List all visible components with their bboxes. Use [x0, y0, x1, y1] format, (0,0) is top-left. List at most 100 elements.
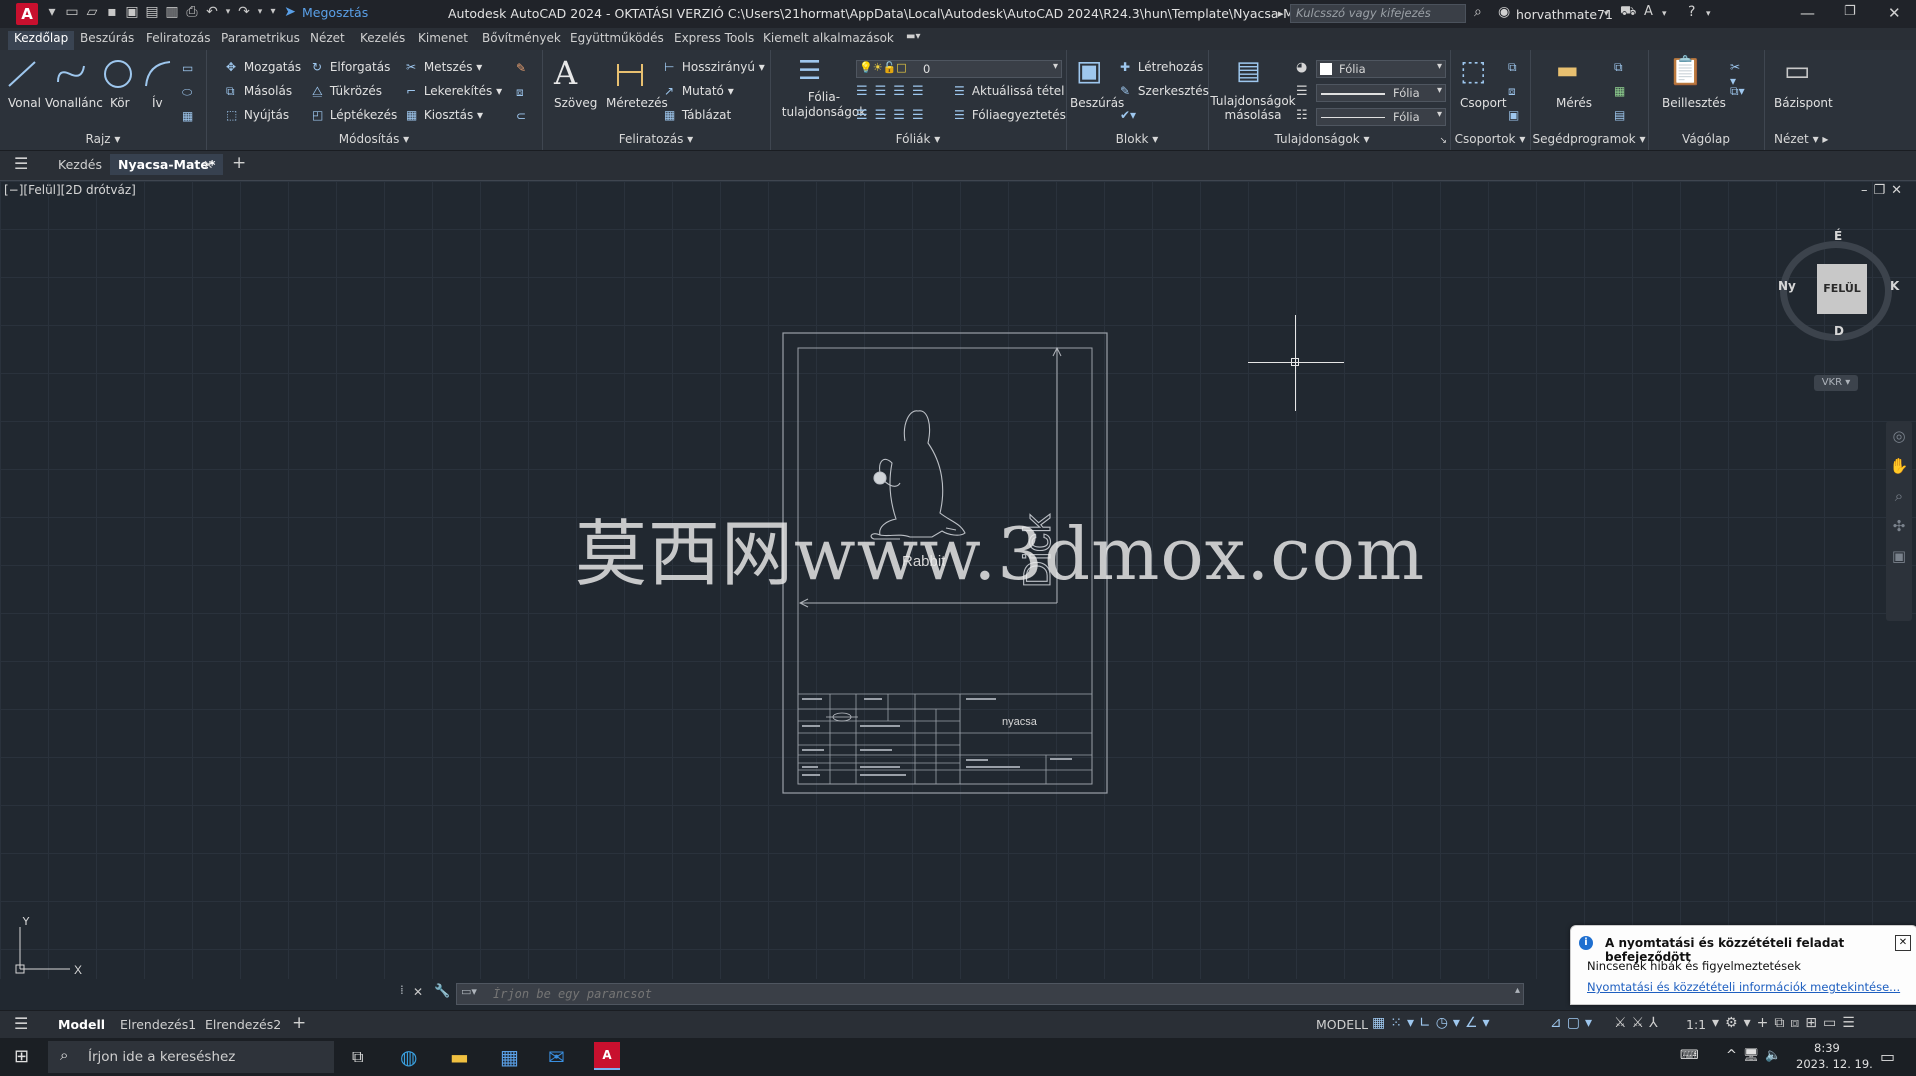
- viewcube-south[interactable]: D: [1834, 324, 1844, 338]
- color-dropdown[interactable]: Fólia ▾: [1316, 60, 1446, 78]
- polyline-icon[interactable]: [54, 58, 86, 90]
- tablazat-button[interactable]: ▦ Táblázat: [664, 108, 731, 122]
- vonal-button[interactable]: Vonal: [8, 96, 41, 110]
- viewcube-east[interactable]: K: [1890, 279, 1899, 293]
- tab-bovitmenyek[interactable]: Bővítmények: [482, 31, 561, 45]
- cart-icon[interactable]: ⛟: [1620, 4, 1636, 21]
- group-edit-icon[interactable]: ⧈: [1508, 84, 1522, 99]
- quick-select-icon[interactable]: ⧉: [1614, 60, 1628, 75]
- measure-icon[interactable]: ▬: [1556, 56, 1579, 84]
- panel-launcher-icon[interactable]: ↘: [1439, 136, 1447, 146]
- annotation-icons[interactable]: ⚔⚔⅄: [1614, 1015, 1663, 1031]
- kiosztas-button[interactable]: ▦ Kiosztás ▾: [406, 108, 483, 122]
- viewcube-west[interactable]: Ny: [1778, 279, 1796, 293]
- szoveg-button[interactable]: Szöveg: [554, 96, 597, 110]
- panel-title-rajz[interactable]: Rajz ▾: [0, 132, 206, 146]
- share-icon[interactable]: ➤: [282, 4, 298, 20]
- help-icon[interactable]: ?: [1688, 4, 1695, 20]
- undo-icon[interactable]: ↶: [204, 4, 220, 20]
- group-icon[interactable]: ⬚: [1460, 54, 1486, 87]
- keyboard-icon[interactable]: ⌨: [1680, 1048, 1699, 1063]
- model-space-toggle[interactable]: MODELL: [1316, 1017, 1368, 1032]
- customize-qat-icon[interactable]: ▾: [268, 4, 278, 20]
- tab-elrendezes2[interactable]: Elrendezés2: [205, 1017, 281, 1032]
- lineweight-dropdown[interactable]: Fólia ▾: [1316, 84, 1446, 102]
- command-history-icon[interactable]: ▴: [1515, 985, 1520, 996]
- pan-icon[interactable]: ✋: [1886, 451, 1912, 481]
- copy-clip-icon[interactable]: ⧉▾: [1730, 84, 1745, 99]
- print-icon[interactable]: ⎙: [184, 4, 200, 20]
- help-search-input[interactable]: Kulcsszó vagy kifejezés: [1290, 4, 1466, 23]
- tab-kezeles[interactable]: Kezelés: [360, 31, 405, 45]
- arc-icon[interactable]: [142, 58, 174, 90]
- new-file-icon[interactable]: ▭: [64, 4, 80, 20]
- user-name[interactable]: horvathmate71: [1516, 7, 1613, 22]
- ungroup-icon[interactable]: ⧉: [1508, 60, 1522, 75]
- nyujtas-button[interactable]: ⬚ Nyújtás: [226, 108, 289, 122]
- clock-time[interactable]: 8:39: [1814, 1041, 1840, 1055]
- hamburger-menu-icon[interactable]: ☰: [14, 154, 28, 173]
- panel-title-nezet[interactable]: Nézet ▾ ▸: [1774, 132, 1914, 146]
- csoport-button[interactable]: Csoport: [1460, 96, 1507, 110]
- layer-properties-icon[interactable]: ☰: [798, 56, 821, 86]
- showmotion-icon[interactable]: ▣: [1886, 541, 1912, 571]
- tab-egyuttmukodes[interactable]: Együttműködés: [570, 31, 664, 45]
- steering-wheel-icon[interactable]: ◎: [1886, 421, 1912, 451]
- leptekezes-button[interactable]: ◰ Léptékezés: [312, 108, 397, 122]
- file-explorer-icon[interactable]: ▬: [450, 1045, 469, 1069]
- layer-dropdown[interactable]: 💡☀🔓□ 0 ▾: [856, 60, 1062, 78]
- command-line-grip[interactable]: ⁞: [400, 983, 404, 997]
- meres-button[interactable]: Mérés: [1556, 96, 1592, 110]
- open-file-icon[interactable]: ▱: [84, 4, 100, 20]
- tab-kimenet[interactable]: Kimenet: [418, 31, 468, 45]
- microsoft-store-icon[interactable]: ▦: [500, 1045, 519, 1069]
- match-properties-icon[interactable]: ▤: [1236, 56, 1261, 86]
- panel-title-feliratozas[interactable]: Feliratozás ▾: [542, 132, 770, 146]
- help-dropdown-icon[interactable]: ▾: [1706, 9, 1711, 19]
- navigation-bar[interactable]: ◎ ✋ ⌕ ✣ ▣: [1886, 421, 1912, 621]
- attribute-icon[interactable]: ✔▾: [1120, 108, 1136, 122]
- expand-arrow-icon[interactable]: ▸: [1278, 7, 1284, 20]
- viewport-window-controls[interactable]: –❐✕: [1861, 183, 1908, 198]
- hosszirany-button[interactable]: ⊢ Hosszirányú ▾: [664, 60, 765, 74]
- explode-icon[interactable]: ⧈: [516, 85, 530, 100]
- line-icon[interactable]: [6, 58, 38, 90]
- foliaegyeztetes-button[interactable]: ☰ Fóliaegyeztetés: [954, 108, 1066, 122]
- viewcube-north[interactable]: É: [1834, 229, 1842, 243]
- tulajdonsagok-masolasa-button[interactable]: Tulajdonságok másolása: [1210, 94, 1296, 122]
- tukrozes-button[interactable]: ⧋ Tükrözés: [312, 84, 382, 99]
- command-input[interactable]: [491, 984, 1375, 1004]
- share-button[interactable]: Megosztás: [302, 5, 368, 20]
- plot-icon[interactable]: ▥: [164, 4, 180, 20]
- linetype-dropdown[interactable]: Fólia ▾: [1316, 108, 1446, 126]
- meretezes-button[interactable]: Méretezés: [606, 96, 668, 110]
- elforgatas-button[interactable]: ↻ Elforgatás: [312, 60, 390, 74]
- notification-close-icon[interactable]: ✕: [1895, 935, 1911, 951]
- close-window-icon[interactable]: ✕: [1888, 4, 1901, 22]
- tab-express-tools[interactable]: Express Tools: [674, 31, 754, 45]
- add-layout-icon[interactable]: +: [292, 1013, 306, 1033]
- taskbar-search-input[interactable]: Írjon ide a kereséshez: [48, 1041, 334, 1073]
- dimension-icon[interactable]: [614, 58, 646, 90]
- erase-icon[interactable]: ✎: [516, 61, 530, 75]
- bazispont-button[interactable]: Bázispont: [1774, 96, 1833, 110]
- calculator-icon[interactable]: ▦: [1614, 84, 1628, 98]
- offset-icon[interactable]: ⊂: [516, 109, 530, 123]
- close-tab-icon[interactable]: ✕: [203, 157, 213, 172]
- system-tray-icons[interactable]: ^🖥🔈: [1726, 1048, 1788, 1063]
- insert-block-icon[interactable]: ▣: [1076, 54, 1102, 87]
- tab-feliratozas[interactable]: Feliratozás: [146, 31, 211, 45]
- mutato-button[interactable]: ↗ Mutató ▾: [664, 84, 734, 98]
- autodesk-app-icon[interactable]: A: [1644, 4, 1653, 19]
- autocad-logo-icon[interactable]: A: [16, 3, 38, 25]
- restore-icon[interactable]: ❐: [1844, 4, 1856, 19]
- annotation-scale[interactable]: 1:1: [1686, 1017, 1706, 1032]
- panel-title-segedprogramok[interactable]: Segédprogramok ▾: [1530, 132, 1648, 146]
- tab-elrendezes1[interactable]: Elrendezés1: [120, 1017, 196, 1032]
- command-close-icon[interactable]: ✕: [413, 985, 423, 999]
- group-select-icon[interactable]: ▣: [1508, 108, 1522, 122]
- viewcube-top-face[interactable]: FELÜL: [1817, 264, 1867, 314]
- search-icon[interactable]: ⌕: [1474, 4, 1482, 20]
- aktualissa-button[interactable]: ☰ Aktuálissá tétel: [954, 84, 1065, 98]
- notification-balloon[interactable]: i A nyomtatási és közzétételi feladat be…: [1570, 925, 1916, 1005]
